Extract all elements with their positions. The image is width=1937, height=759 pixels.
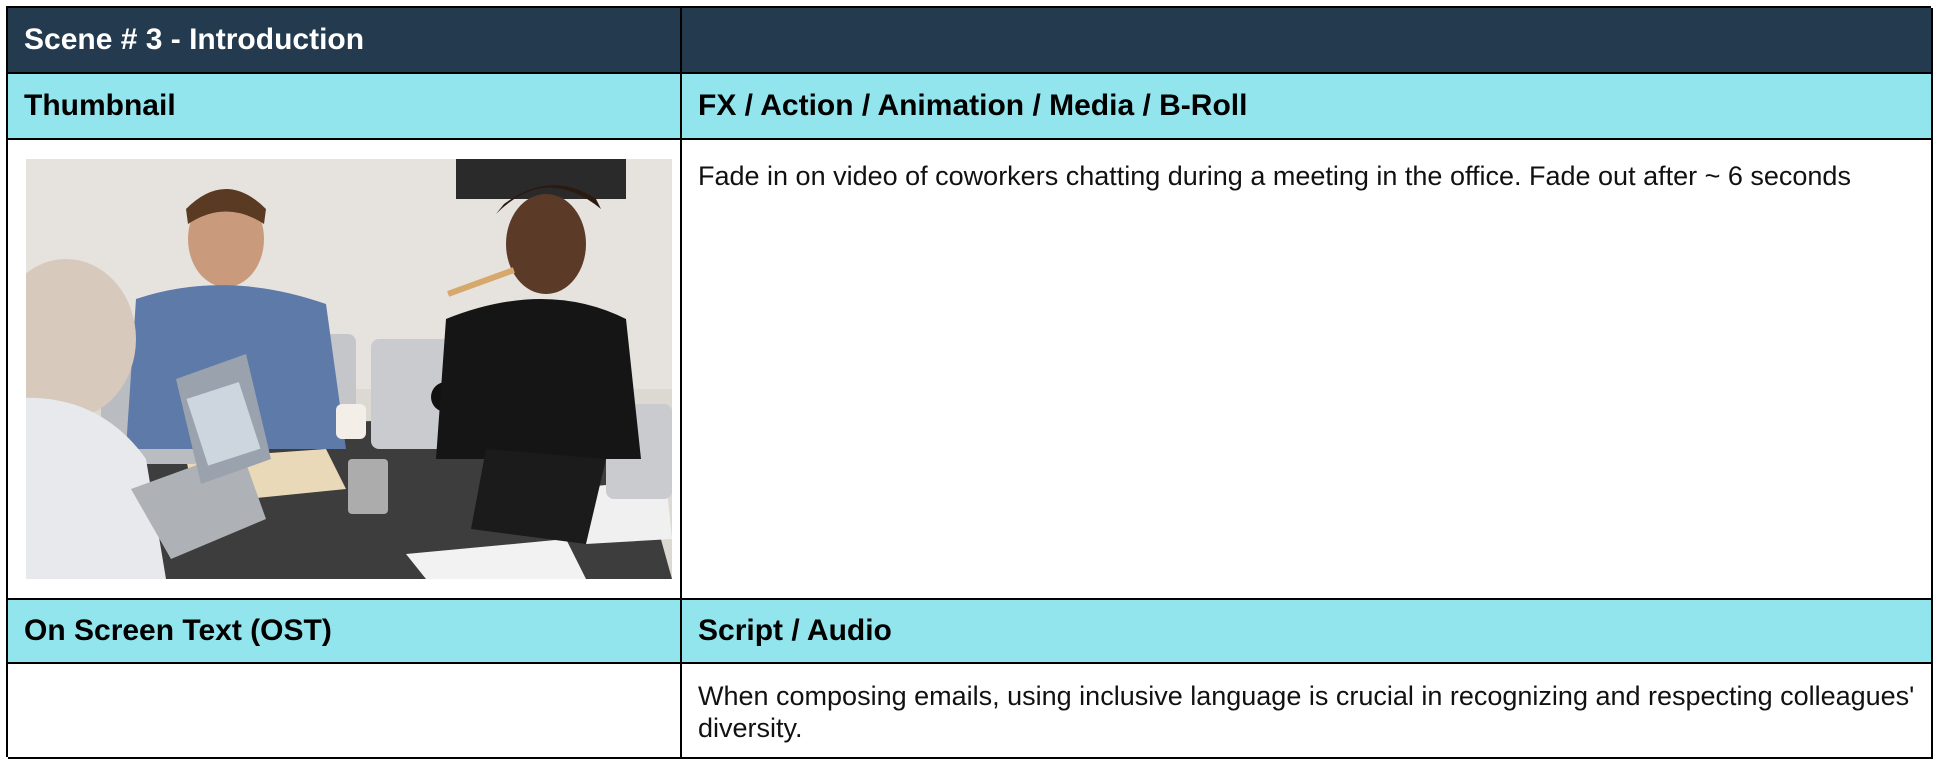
ost-header: On Screen Text (OST) (8, 600, 682, 664)
script-cell: When composing emails, using inclusive l… (682, 664, 1933, 759)
thumbnail-header: Thumbnail (8, 74, 682, 140)
script-header: Script / Audio (682, 600, 1933, 664)
scene-title-blank-cell (682, 8, 1933, 74)
storyboard-table: Scene # 3 - Introduction Thumbnail FX / … (6, 6, 1933, 759)
scene-title-cell: Scene # 3 - Introduction (8, 8, 682, 74)
script-text: When composing emails, using inclusive l… (698, 681, 1915, 743)
scene-title: Scene # 3 - Introduction (24, 23, 365, 56)
thumbnail-cell (8, 140, 682, 600)
fx-header: FX / Action / Animation / Media / B-Roll (682, 74, 1933, 140)
thumbnail-header-label: Thumbnail (24, 89, 176, 122)
office-meeting-photo (26, 159, 672, 579)
fx-header-label: FX / Action / Animation / Media / B-Roll (698, 89, 1248, 122)
ost-header-label: On Screen Text (OST) (24, 614, 332, 647)
fx-cell: Fade in on video of coworkers chatting d… (682, 140, 1933, 600)
ost-cell (8, 664, 682, 759)
script-header-label: Script / Audio (698, 614, 892, 647)
thumbnail-image (26, 159, 672, 579)
fx-text: Fade in on video of coworkers chatting d… (698, 161, 1851, 191)
